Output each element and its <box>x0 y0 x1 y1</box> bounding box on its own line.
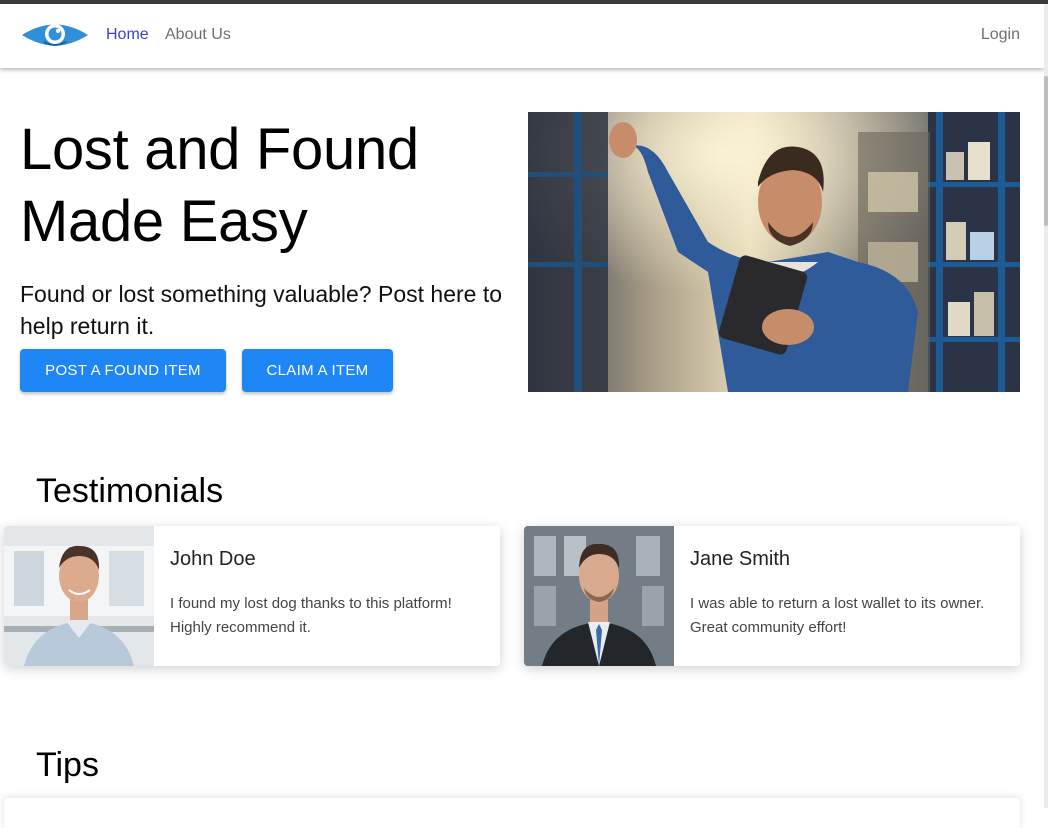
post-found-item-button[interactable]: POST A FOUND ITEM <box>20 349 226 392</box>
testimonial-name: Jane Smith <box>690 548 791 570</box>
page-scrollbar[interactable] <box>1044 4 1048 808</box>
testimonial-card: John Doe I found my lost dog thanks to t… <box>4 526 500 666</box>
avatar <box>524 526 674 666</box>
nav-login-link[interactable]: Login <box>981 26 1020 44</box>
hero-subtitle: Found or lost something valuable? Post h… <box>20 281 503 339</box>
testimonial-card: Jane Smith I was able to return a lost w… <box>524 526 1020 666</box>
tips-heading: Tips <box>36 746 99 784</box>
nav-about-link[interactable]: About Us <box>165 26 231 44</box>
eye-logo-icon[interactable] <box>20 20 90 50</box>
tips-card <box>4 798 1020 828</box>
scrollbar-thumb[interactable] <box>1044 76 1048 226</box>
testimonial-text: I found my lost dog thanks to this platf… <box>170 595 452 636</box>
hero-warehouse-image <box>528 112 1020 392</box>
testimonials-heading: Testimonials <box>36 472 224 510</box>
nav-home-link[interactable]: Home <box>106 26 149 44</box>
testimonial-text: I was able to return a lost wallet to it… <box>690 595 985 636</box>
testimonial-name: John Doe <box>170 548 256 570</box>
avatar <box>4 526 154 666</box>
navbar: Home About Us Login <box>0 4 1044 68</box>
hero-title: Lost and Found Made Easy <box>20 117 419 254</box>
claim-item-button[interactable]: CLAIM A ITEM <box>242 349 393 392</box>
